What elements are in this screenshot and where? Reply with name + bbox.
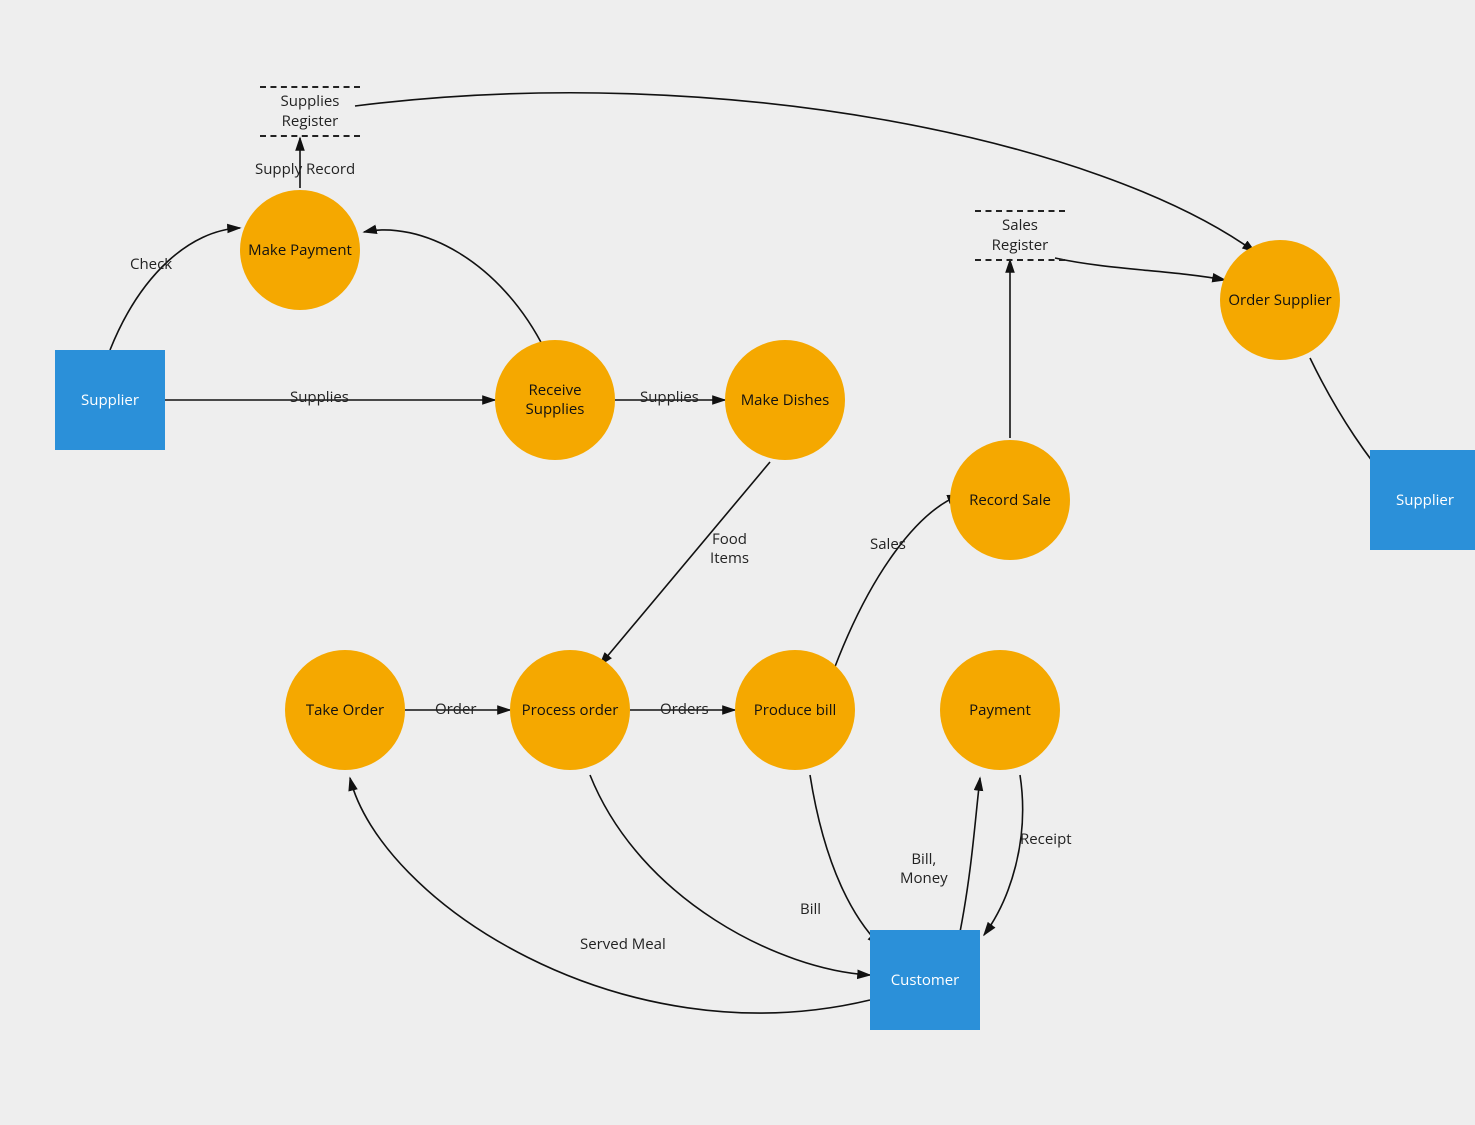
process-make-dishes: Make Dishes: [725, 340, 845, 460]
process-record-sale: Record Sale: [950, 440, 1070, 560]
diagram-canvas: Supplies Register Sales Register Supplie…: [0, 0, 1475, 1125]
label-sales: Sales: [870, 535, 906, 554]
store-sales-register: Sales Register: [975, 210, 1065, 261]
label-bill-money: Bill, Money: [900, 850, 948, 888]
label-supplies-1: Supplies: [290, 388, 349, 407]
label-bill: Bill: [800, 900, 821, 919]
entity-supplier-right: Supplier: [1370, 450, 1475, 550]
process-payment: Payment: [940, 650, 1060, 770]
label-food-items: Food Items: [710, 530, 749, 568]
process-receive-supplies: Receive Supplies: [495, 340, 615, 460]
process-produce-bill: Produce bill: [735, 650, 855, 770]
process-take-order: Take Order: [285, 650, 405, 770]
label-check: Check: [130, 255, 172, 274]
entity-customer: Customer: [870, 930, 980, 1030]
process-process-order: Process order: [510, 650, 630, 770]
label-orders: Orders: [660, 700, 709, 719]
label-served-meal: Served Meal: [580, 935, 666, 954]
label-supplies-2: Supplies: [640, 388, 699, 407]
process-make-payment: Make Payment: [240, 190, 360, 310]
label-order: Order: [435, 700, 477, 719]
entity-supplier-left: Supplier: [55, 350, 165, 450]
store-supplies-register: Supplies Register: [260, 86, 360, 137]
label-supply-record: Supply Record: [255, 160, 355, 179]
label-receipt: Receipt: [1020, 830, 1072, 849]
process-order-supplier: Order Supplier: [1220, 240, 1340, 360]
